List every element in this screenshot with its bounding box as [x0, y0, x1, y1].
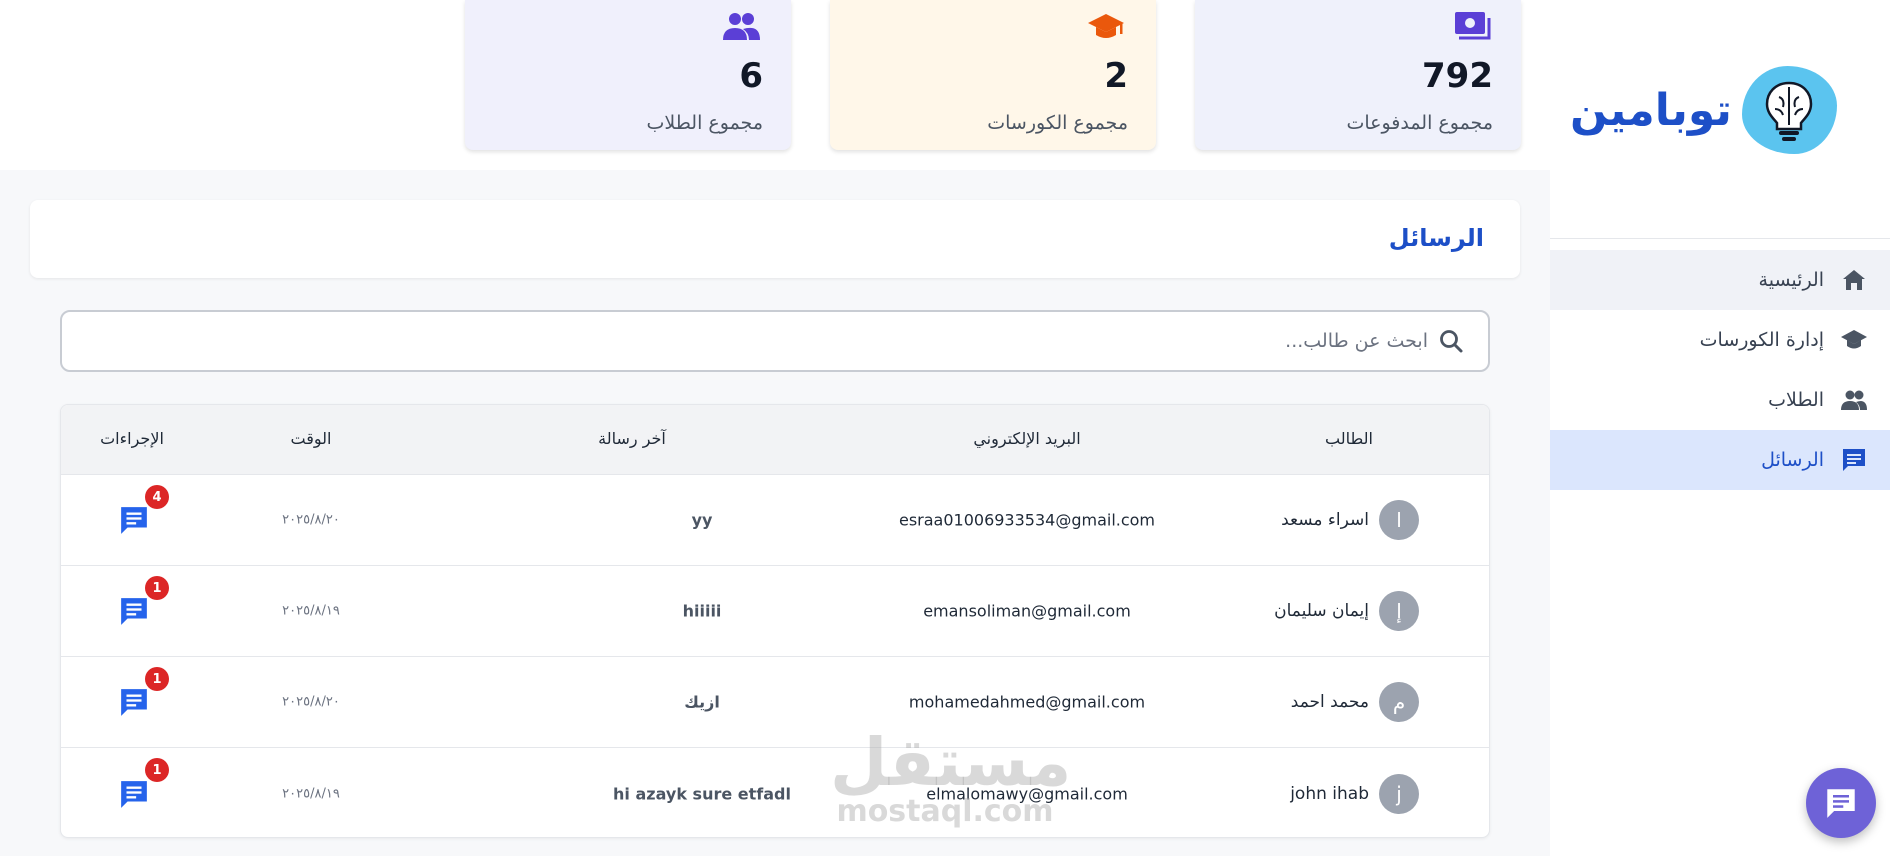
messages-table: الطالب البريد الإلكتروني آخر رسالة الوقت… [60, 404, 1490, 838]
page-title: الرسائل [1388, 224, 1484, 252]
stat-card-courses: 2 مجموع الكورسات [830, 0, 1156, 150]
stat-value-courses: 2 [1104, 56, 1128, 96]
sidebar-item-label: الرئيسية [1758, 269, 1824, 291]
avatar: م [1379, 682, 1419, 722]
column-header-actions: الإجراءات [100, 429, 164, 448]
sidebar-item-courses[interactable]: إدارة الكورسات [1550, 310, 1890, 370]
unread-count-badge: 1 [145, 576, 169, 600]
column-header-last-message: آخر رسالة [598, 429, 666, 448]
home-icon [1843, 270, 1865, 290]
people-icon [723, 13, 760, 40]
unread-count-badge: 1 [145, 667, 169, 691]
student-cell: ا اسراء مسعد [1281, 500, 1419, 540]
last-message: hiiiii [682, 601, 722, 621]
student-email: elmalomawy@gmail.com [926, 784, 1128, 803]
open-chat-icon[interactable] [119, 779, 149, 809]
stat-label-payments: مجموع المدفوعات [1346, 112, 1493, 134]
sidebar-item-home[interactable]: الرئيسية [1550, 250, 1890, 310]
sidebar-item-label: الرسائل [1761, 449, 1824, 471]
stat-value-students: 6 [739, 56, 763, 96]
table-row[interactable]: j john ihab elmalomawy@gmail.com hi azay… [61, 748, 1489, 837]
message-time: ٢٠٢٥/٨/١٩ [282, 786, 340, 801]
last-message: hi azayk sure etfadl [613, 784, 791, 803]
graduation-cap-icon [1088, 14, 1124, 38]
sidebar-item-label: الطلاب [1768, 389, 1824, 411]
student-search[interactable] [60, 310, 1490, 372]
app-logo[interactable]: توبامين [1570, 60, 1860, 160]
student-email: mohamedahmed@gmail.com [908, 692, 1146, 712]
stat-label-courses: مجموع الكورسات [987, 112, 1128, 134]
stat-label-students: مجموع الطلاب [646, 112, 764, 134]
stat-card-payments: 792 مجموع المدفوعات [1195, 0, 1521, 150]
app-logo-text: توبامين [1570, 84, 1732, 136]
chat-fab-button[interactable] [1806, 768, 1876, 838]
table-header: الطالب البريد الإلكتروني آخر رسالة الوقت… [61, 405, 1489, 475]
message-time: ٢٠٢٥/٨/٢٠ [282, 512, 340, 528]
sidebar-item-label: إدارة الكورسات [1699, 329, 1824, 351]
student-name: اسراء مسعد [1281, 510, 1369, 530]
sidebar-nav: الرئيسية إدارة الكورسات الطلاب الرسائل [1550, 250, 1890, 490]
message-icon [1843, 449, 1865, 471]
last-message: ازيك [684, 692, 720, 712]
avatar: إ [1379, 591, 1419, 631]
search-icon [1440, 330, 1463, 353]
stat-value-payments: 792 [1422, 56, 1493, 96]
open-chat-icon[interactable] [119, 596, 149, 626]
sidebar-item-students[interactable]: الطلاب [1550, 370, 1890, 430]
message-time: ٢٠٢٥/٨/٢٠ [282, 694, 340, 710]
graduation-cap-icon [1841, 330, 1867, 349]
messages-header-card: الرسائل [30, 200, 1520, 278]
avatar: ا [1379, 500, 1419, 540]
student-cell: م محمد احمد [1291, 682, 1419, 722]
unread-count-badge: 4 [145, 485, 169, 509]
table-row[interactable]: إ إيمان سليمان emansoliman@gmail.com hii… [61, 566, 1489, 657]
unread-count-badge: 1 [145, 758, 169, 782]
search-input[interactable] [128, 330, 1428, 352]
open-chat-icon[interactable] [119, 687, 149, 717]
people-icon [1841, 390, 1867, 410]
message-time: ٢٠٢٥/٨/١٩ [282, 603, 340, 619]
chat-icon [1827, 789, 1855, 818]
column-header-time: الوقت [290, 429, 332, 448]
sidebar: توبامين الرئيسية إدارة الكورسات الطلاب ا… [1550, 0, 1890, 856]
column-header-email: البريد الإلكتروني [973, 429, 1081, 448]
student-cell: j john ihab [1290, 773, 1419, 814]
last-message: yy [691, 510, 713, 530]
payments-icon [1455, 12, 1491, 40]
column-header-student: الطالب [1325, 429, 1373, 448]
student-email: esraa01006933534@gmail.com [898, 510, 1156, 530]
brain-bulb-icon [1741, 66, 1837, 154]
avatar: j [1379, 773, 1419, 814]
student-name: محمد احمد [1290, 692, 1369, 712]
stat-card-students: 6 مجموع الطلاب [465, 0, 791, 150]
table-row[interactable]: ا اسراء مسعد esraa01006933534@gmail.com … [61, 475, 1489, 566]
sidebar-item-messages[interactable]: الرسائل [1550, 430, 1890, 490]
table-row[interactable]: م محمد احمد mohamedahmed@gmail.com ازيك … [61, 657, 1489, 748]
sidebar-divider [1550, 238, 1890, 239]
student-name: إيمان سليمان [1274, 601, 1369, 621]
student-name: john ihab [1290, 783, 1369, 804]
open-chat-icon[interactable] [119, 505, 149, 535]
student-cell: إ إيمان سليمان [1274, 591, 1419, 631]
student-email: emansoliman@gmail.com [923, 601, 1131, 621]
